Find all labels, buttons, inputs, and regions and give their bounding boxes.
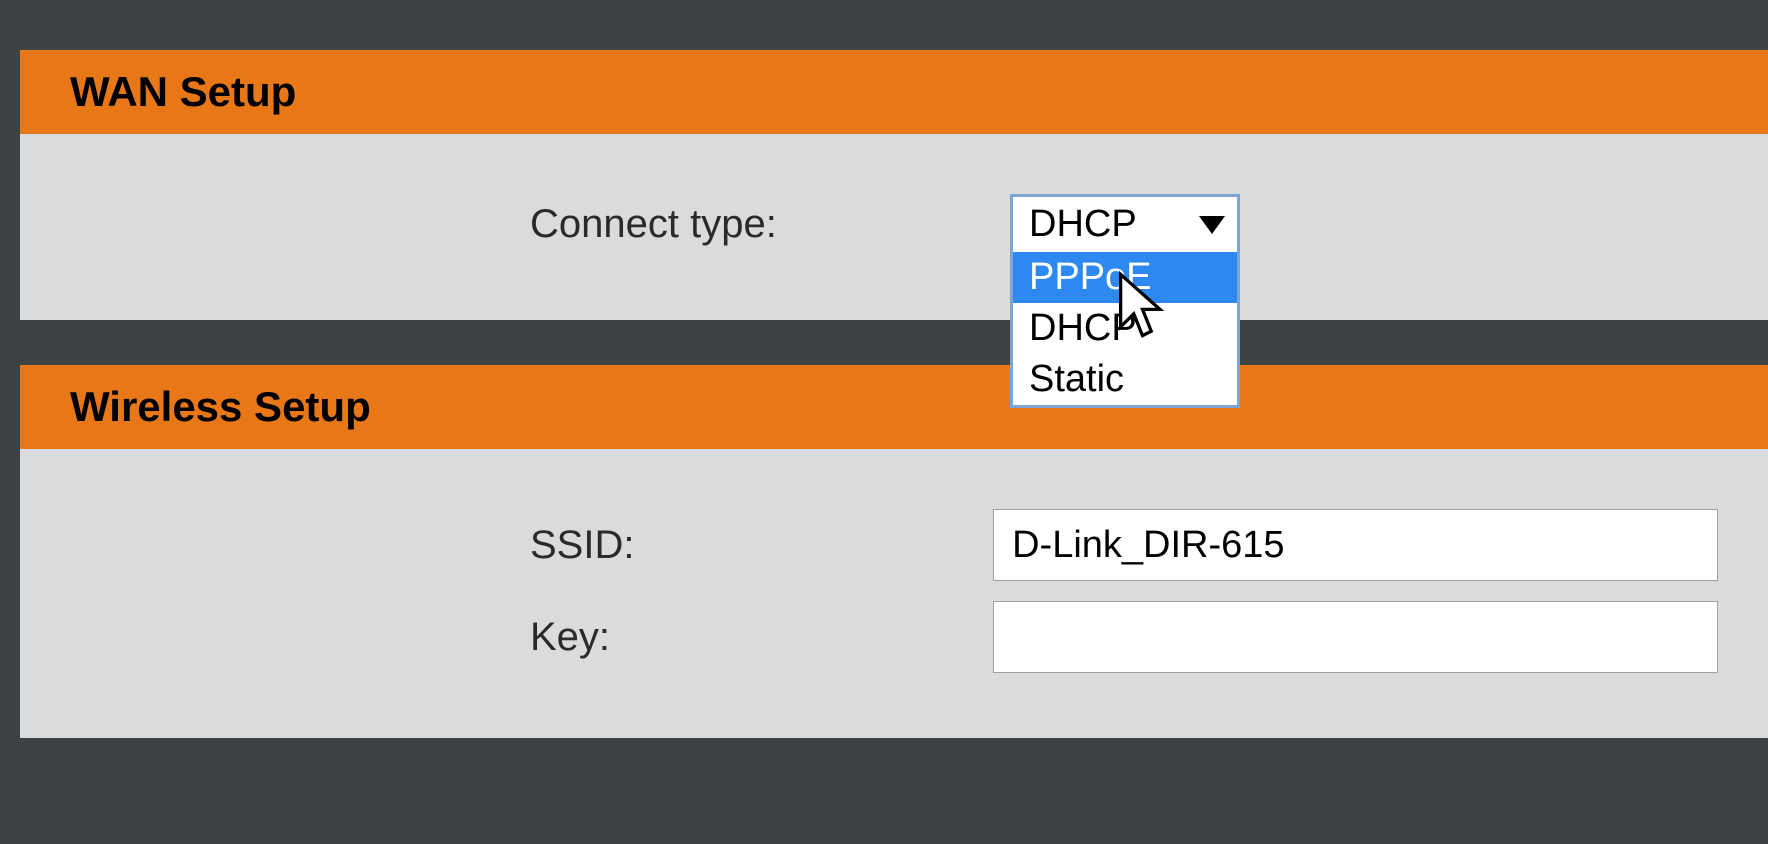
wan-setup-section: WAN Setup Connect type: DHCP PPPoE DHCP … <box>20 50 1768 320</box>
wan-setup-title: WAN Setup <box>70 68 296 115</box>
connect-type-value: DHCP <box>1029 203 1137 245</box>
ssid-label: SSID: <box>70 523 993 568</box>
connect-type-option-pppoe[interactable]: PPPoE <box>1013 252 1237 303</box>
wireless-setup-header: Wireless Setup <box>20 365 1768 449</box>
wan-setup-header: WAN Setup <box>20 50 1768 134</box>
key-row: Key: <box>70 601 1718 673</box>
key-label: Key: <box>70 615 993 660</box>
ssid-row: SSID: <box>70 509 1718 581</box>
ssid-input[interactable] <box>993 509 1718 581</box>
connect-type-select[interactable]: DHCP <box>1010 194 1240 255</box>
chevron-down-icon <box>1199 216 1225 234</box>
connect-type-dropdown: PPPoE DHCP Static <box>1010 252 1240 408</box>
connect-type-option-static[interactable]: Static <box>1013 354 1237 405</box>
connect-type-row: Connect type: DHCP PPPoE DHCP Static <box>70 194 1718 255</box>
wireless-setup-title: Wireless Setup <box>70 383 371 430</box>
connect-type-label: Connect type: <box>70 202 1010 247</box>
connect-type-option-dhcp[interactable]: DHCP <box>1013 303 1237 354</box>
wan-setup-body: Connect type: DHCP PPPoE DHCP Static <box>20 134 1768 320</box>
key-input[interactable] <box>993 601 1718 673</box>
wireless-setup-body: SSID: Key: <box>20 449 1768 738</box>
connect-type-select-wrapper: DHCP PPPoE DHCP Static <box>1010 194 1240 255</box>
wireless-setup-section: Wireless Setup SSID: Key: <box>20 365 1768 738</box>
